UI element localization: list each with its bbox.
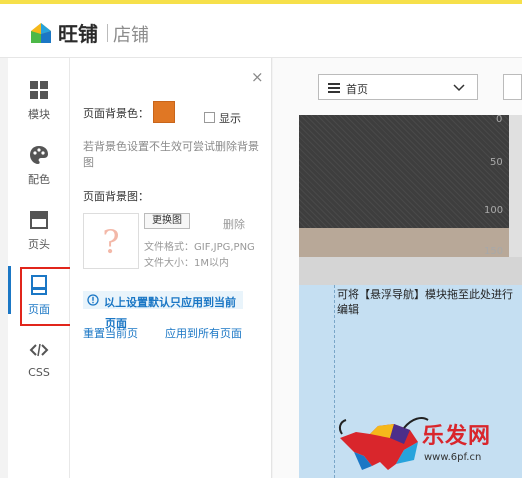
palette-icon bbox=[30, 146, 48, 164]
info-icon bbox=[87, 294, 99, 306]
replace-image-button[interactable]: 更换图 bbox=[144, 213, 190, 229]
page-select[interactable]: 首页 bbox=[318, 74, 478, 100]
nav-item-css[interactable]: CSS bbox=[8, 328, 70, 390]
page-select-value: 首页 bbox=[346, 83, 368, 96]
delete-image-link[interactable]: 删除 bbox=[223, 216, 245, 232]
bg-color-hint: 若背景色设置不生效可尝试删除背景图 bbox=[83, 140, 259, 169]
bg-image-preview[interactable]: ? bbox=[83, 213, 139, 269]
scope-notice: 以上设置默认只应用到当前 bbox=[83, 291, 243, 309]
watermark-url: www.6pf.cn bbox=[424, 452, 482, 463]
page-background-preview bbox=[299, 115, 509, 228]
house-logo-icon bbox=[31, 23, 51, 43]
watermark-text: 乐发网 bbox=[422, 423, 492, 449]
ruler-number: 150 bbox=[484, 246, 504, 257]
show-checkbox[interactable] bbox=[204, 112, 215, 123]
ruler-number: 50 bbox=[490, 157, 503, 168]
size-text: 文件大小：1M以内 bbox=[144, 258, 229, 269]
app-header: 旺铺 店铺 bbox=[0, 4, 522, 58]
canvas-divider-strip bbox=[299, 257, 522, 285]
drop-zone-text: 可将【悬浮导航】模块拖至此处进行编辑 bbox=[337, 288, 513, 316]
bg-image-label: 页面背景图： bbox=[83, 190, 149, 203]
logo-divider bbox=[107, 24, 108, 42]
nav-item-header[interactable]: 页头 bbox=[8, 198, 70, 260]
nav-item-label: 页头 bbox=[28, 238, 50, 251]
placeholder-question-icon: ? bbox=[102, 223, 120, 261]
reset-page-link[interactable]: 重置当前页 bbox=[83, 325, 138, 341]
ruler-number: 0 bbox=[496, 114, 503, 125]
format-text: 文件格式：GIF,JPG,PNG bbox=[144, 242, 255, 253]
vertical-ruler bbox=[509, 115, 522, 257]
code-icon bbox=[29, 343, 49, 357]
image-requirements: 文件格式：GIF,JPG,PNG 文件大小：1M以内 bbox=[144, 240, 255, 272]
show-label: 显示 bbox=[219, 112, 241, 125]
bg-color-swatch[interactable] bbox=[153, 101, 175, 123]
menu-icon bbox=[328, 83, 340, 93]
page-settings-panel: × 页面背景色： 显示 若背景色设置不生效可尝试删除背景图 页面背景图： ? 更… bbox=[70, 58, 272, 478]
logo-text: 旺铺 bbox=[58, 22, 98, 46]
close-icon[interactable]: × bbox=[251, 68, 264, 86]
nav-item-label: 配色 bbox=[28, 173, 50, 186]
logo-subtitle: 店铺 bbox=[113, 25, 149, 46]
nav-item-label: CSS bbox=[28, 366, 50, 379]
grid-icon bbox=[30, 81, 48, 99]
nav-item-modules[interactable]: 模块 bbox=[8, 68, 70, 130]
header-icon bbox=[30, 211, 48, 229]
chevron-down-icon bbox=[453, 84, 465, 92]
page-content-strip bbox=[299, 228, 509, 257]
bg-color-label: 页面背景色： bbox=[83, 107, 149, 120]
nav-item-colors[interactable]: 配色 bbox=[8, 133, 70, 195]
toolbar-button[interactable] bbox=[503, 74, 522, 100]
nav-item-label: 模块 bbox=[28, 108, 50, 121]
apply-all-pages-link[interactable]: 应用到所有页面 bbox=[165, 325, 242, 341]
nav-drop-zone-left bbox=[299, 285, 334, 478]
highlight-box bbox=[20, 267, 75, 326]
notice-text: 以上设置默认只应用到当前 bbox=[104, 296, 236, 309]
ruler-number: 100 bbox=[484, 205, 504, 216]
